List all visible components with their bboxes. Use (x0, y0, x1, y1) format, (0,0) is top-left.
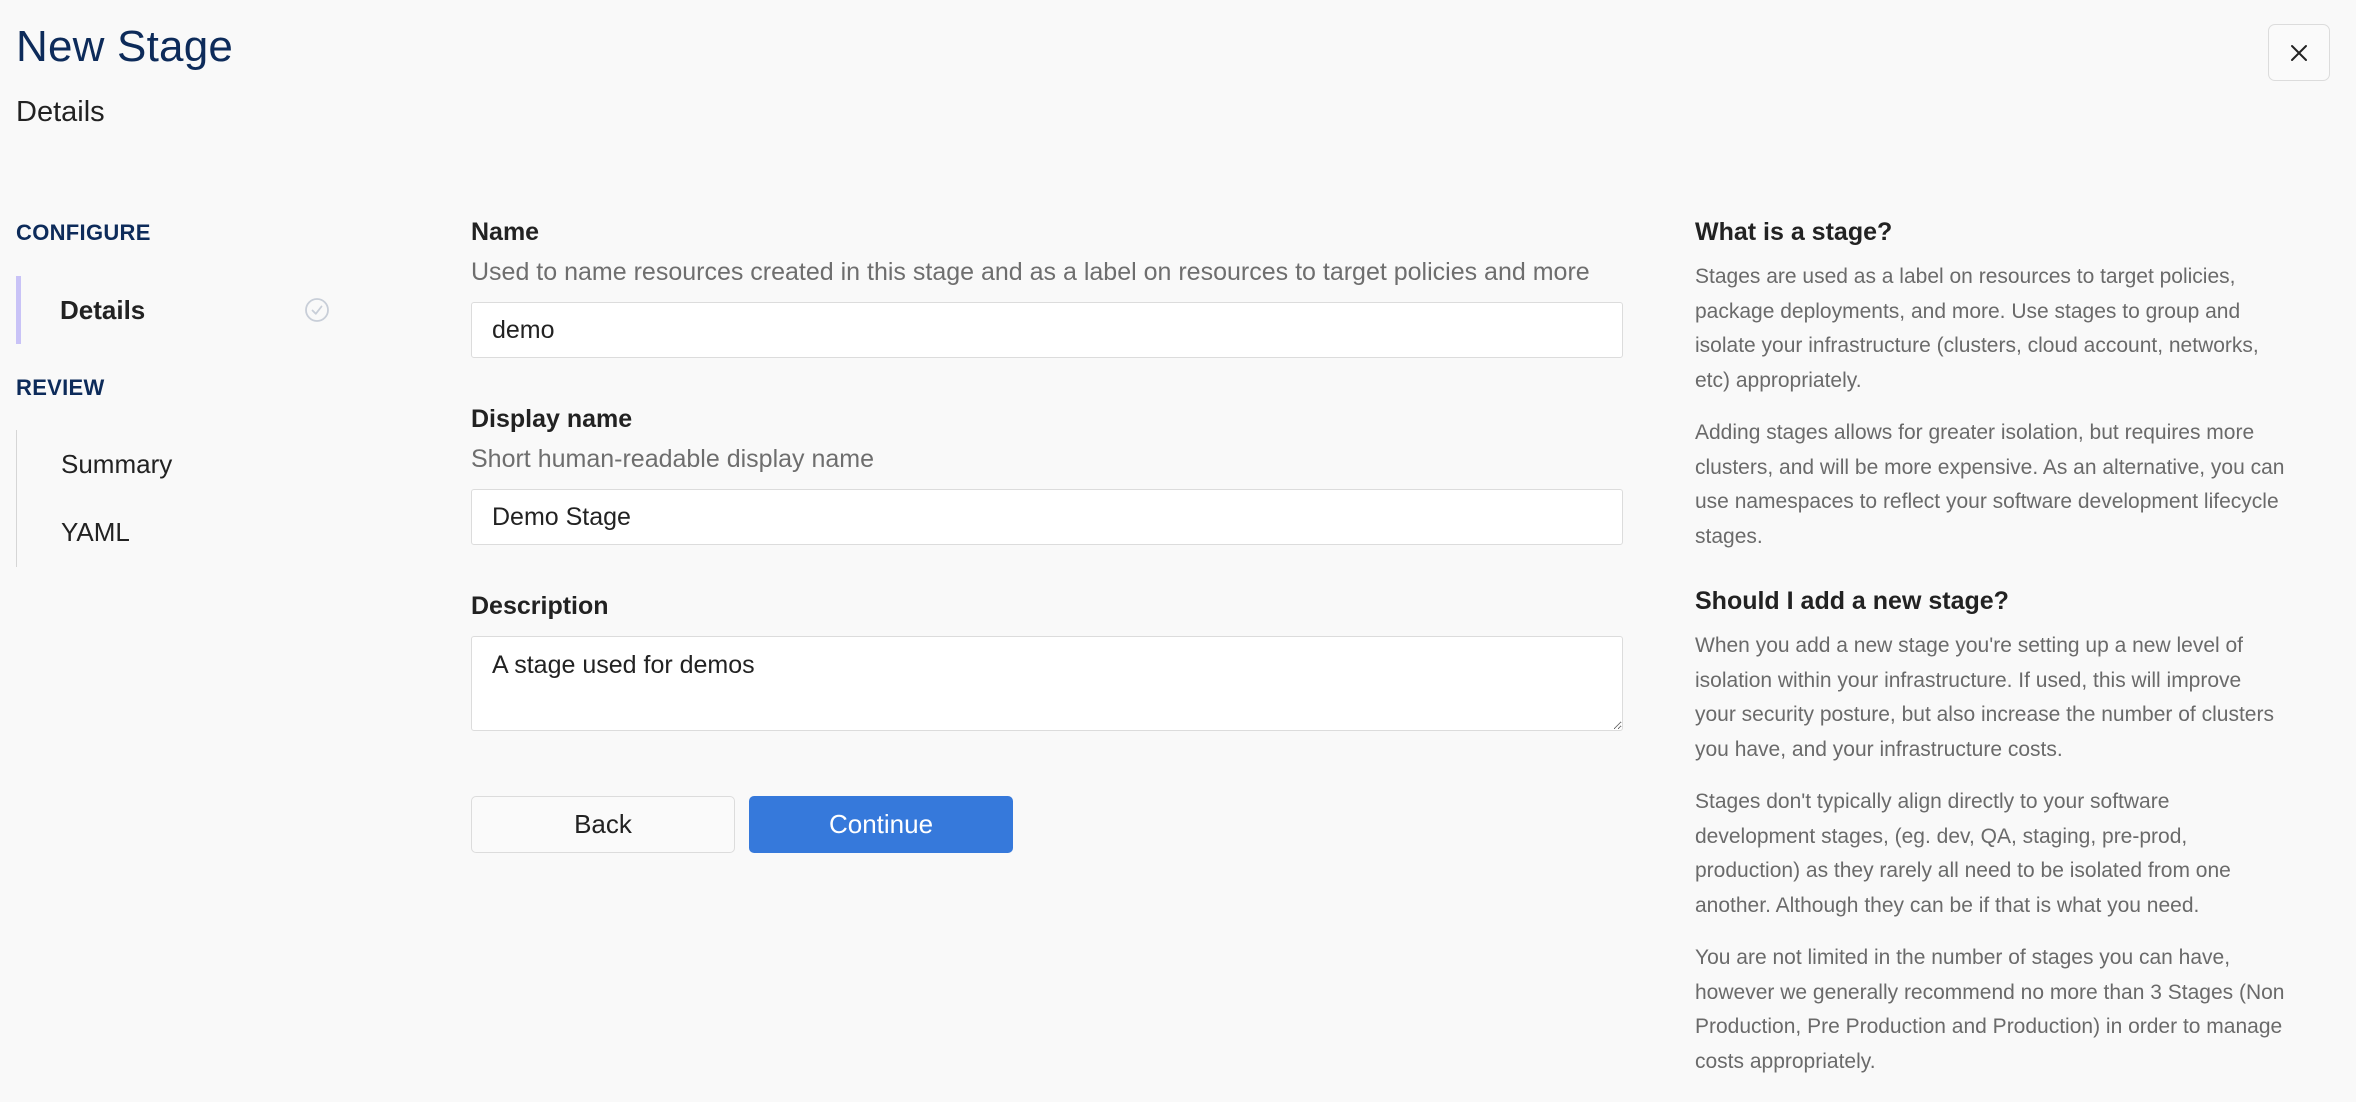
sidebar-group-configure: Details (16, 276, 329, 344)
help-heading-what-is-stage: What is a stage? (1695, 218, 1893, 246)
new-stage-page: New Stage Details CONFIGURE Details REVI… (0, 0, 2356, 1102)
display-name-help-text: Short human-readable display name (471, 445, 875, 473)
page-subtitle: Details (16, 96, 105, 128)
display-name-input[interactable] (471, 489, 1623, 545)
sidebar-section-review: REVIEW (16, 375, 105, 400)
help-paragraph: You are not limited in the number of sta… (1695, 946, 2285, 1073)
back-button[interactable]: Back (471, 796, 735, 853)
sidebar-item-label: YAML (61, 516, 130, 547)
help-heading-should-add-stage: Should I add a new stage? (1695, 587, 2009, 615)
page-title: New Stage (16, 22, 234, 71)
description-textarea[interactable]: A stage used for demos (471, 636, 1623, 731)
help-paragraph: Adding stages allows for greater isolati… (1695, 421, 2285, 548)
close-icon (2291, 44, 2307, 61)
help-paragraph: Stages are used as a label on resources … (1695, 265, 2259, 392)
sidebar-item-details[interactable]: Details (16, 276, 329, 344)
name-help-text: Used to name resources created in this s… (471, 258, 1590, 286)
continue-button[interactable]: Continue (749, 796, 1013, 853)
sidebar-section-configure: CONFIGURE (16, 220, 151, 245)
sidebar-item-summary[interactable]: Summary (17, 430, 172, 498)
check-circle-icon (305, 298, 329, 322)
sidebar-item-label: Details (60, 294, 146, 325)
sidebar-group-review: Summary YAML (16, 430, 172, 567)
close-button[interactable] (2268, 24, 2330, 81)
sidebar-item-yaml[interactable]: YAML (17, 498, 172, 566)
help-paragraph: When you add a new stage you're setting … (1695, 634, 2274, 761)
name-input[interactable] (471, 302, 1623, 358)
display-name-label: Display name (471, 405, 633, 433)
name-label: Name (471, 218, 540, 246)
help-paragraph: Stages don't typically align directly to… (1695, 790, 2231, 917)
description-label: Description (471, 592, 609, 620)
sidebar-item-label: Summary (61, 448, 173, 479)
